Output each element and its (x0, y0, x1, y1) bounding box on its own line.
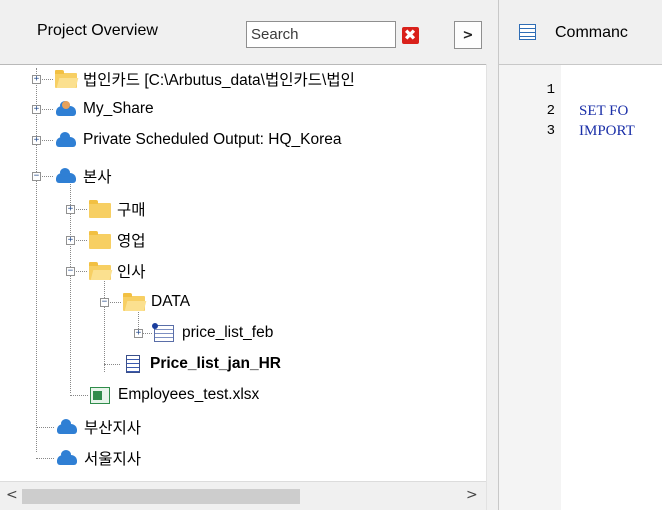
code-line[interactable]: SET FO (579, 103, 628, 120)
tree-item-label: price_list_feb (182, 324, 274, 341)
tree-item-headquarters[interactable]: 본사 (55, 161, 112, 191)
expand-toggle[interactable]: + (66, 236, 75, 245)
folder-icon (89, 200, 111, 218)
scroll-left-icon[interactable]: < (6, 487, 18, 503)
line-number-gutter: 1 2 3 (499, 65, 561, 510)
project-tree: + + + − + + − − + 법인카드 [C:\Arbutus_data\… (0, 64, 486, 481)
tree-item-label: 영업 (117, 233, 146, 250)
tree-item-price-list-jan-hr[interactable]: Price_list_jan_HR (122, 349, 281, 379)
editor-tab-title: Commanc (555, 24, 628, 41)
line-number: 3 (546, 123, 555, 139)
clear-icon: ✖ (401, 26, 419, 44)
code-line[interactable]: IMPORT (579, 123, 635, 140)
tree-item-price-list-feb[interactable]: price_list_feb (152, 318, 274, 348)
cloud-icon (56, 418, 78, 436)
tree-item-label: 서울지사 (84, 451, 142, 468)
tree-item-busan-branch[interactable]: 부산지사 (56, 412, 141, 442)
collapse-toggle[interactable]: − (32, 172, 41, 181)
line-number: 2 (546, 103, 555, 119)
scroll-right-icon[interactable]: > (466, 487, 478, 503)
command-doc-icon (122, 355, 144, 373)
user-share-icon (55, 100, 77, 118)
expand-toggle[interactable]: + (32, 75, 41, 84)
table-icon (152, 323, 176, 342)
project-overview-panel: Project Overview ✖ > + + + − + + (0, 0, 499, 510)
collapse-toggle[interactable]: − (66, 267, 75, 276)
tree-item-employees-test[interactable]: Employees_test.xlsx (90, 380, 259, 410)
tree-item-label: DATA (151, 293, 191, 310)
collapse-panel-button[interactable]: > (454, 21, 482, 49)
tree-item-label: Private Scheduled Output: HQ_Korea (83, 131, 342, 148)
tree-item-label: Price_list_jan_HR (150, 355, 281, 372)
tree-item-sales[interactable]: 영업 (89, 225, 146, 255)
folder-open-icon (89, 262, 111, 280)
expand-toggle[interactable]: + (66, 205, 75, 214)
panel-title: Project Overview (37, 22, 158, 39)
cloud-icon (55, 131, 77, 149)
folder-open-icon (123, 293, 145, 311)
cloud-icon (56, 449, 78, 467)
chevron-right-icon: > (462, 27, 474, 43)
folder-icon (89, 231, 111, 249)
tree-item-purchasing[interactable]: 구매 (89, 194, 146, 224)
tree-item-hr[interactable]: 인사 (89, 256, 146, 286)
tree-item-label: 인사 (117, 264, 146, 281)
tree-item-label: 구매 (117, 202, 146, 219)
editor-tab[interactable]: Commanc (499, 0, 662, 65)
folder-icon (55, 70, 77, 88)
line-number: 1 (546, 82, 555, 98)
horizontal-scrollbar[interactable]: < > (0, 481, 486, 510)
command-editor-panel: Commanc 1 2 3 SET FO IMPORT (498, 0, 662, 510)
expand-toggle[interactable]: + (134, 329, 143, 338)
cloud-icon (55, 167, 77, 185)
expand-toggle[interactable]: + (32, 105, 41, 114)
clear-search-button[interactable]: ✖ (397, 22, 423, 48)
tree-item-label: Employees_test.xlsx (118, 386, 260, 403)
tree-item-label: 본사 (83, 169, 112, 186)
tree-item-seoul-branch[interactable]: 서울지사 (56, 443, 141, 473)
tree-item-corporate-card[interactable]: 법인카드 [C:\Arbutus_data\법인카드\법인 (55, 64, 355, 94)
excel-icon (90, 386, 112, 404)
scrollbar-thumb[interactable] (22, 489, 300, 504)
tree-item-label: 법인카드 [C:\Arbutus_data\법인카드\법인 (83, 72, 355, 89)
tree-item-my-share[interactable]: My_Share (55, 94, 154, 124)
command-icon (519, 24, 536, 40)
tree-item-private-scheduled-output[interactable]: Private Scheduled Output: HQ_Korea (55, 125, 341, 155)
project-overview-header: Project Overview ✖ > (0, 0, 498, 65)
tree-item-label: 부산지사 (84, 420, 142, 437)
expand-toggle[interactable]: + (32, 136, 41, 145)
search-input[interactable] (246, 21, 396, 48)
tree-item-data[interactable]: DATA (123, 287, 190, 317)
tree-item-label: My_Share (83, 100, 154, 117)
collapse-toggle[interactable]: − (100, 298, 109, 307)
